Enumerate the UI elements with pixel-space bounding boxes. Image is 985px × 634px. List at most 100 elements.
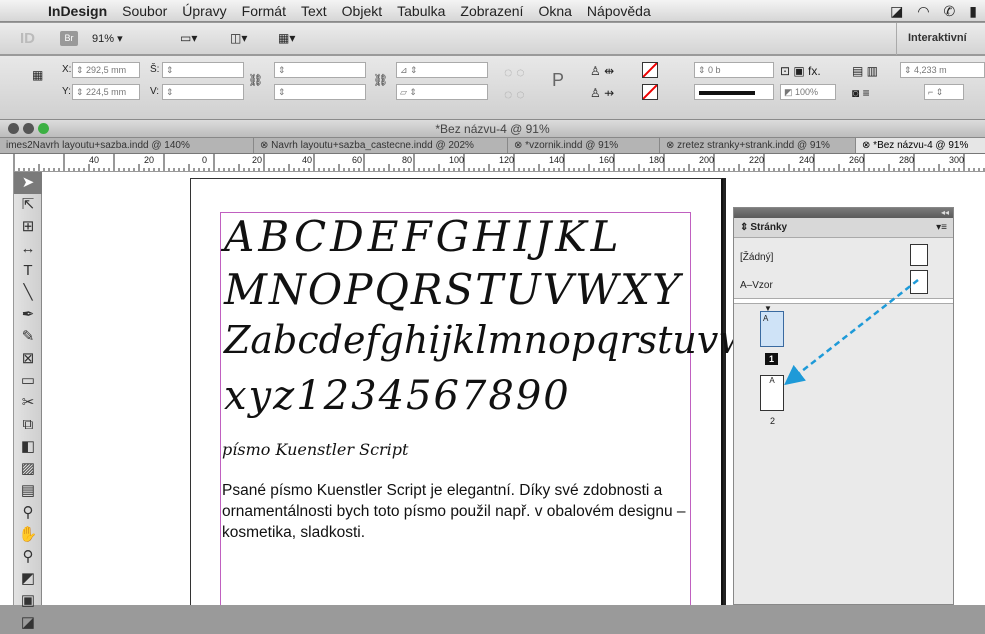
selection-tool-icon[interactable]: ➤: [14, 172, 42, 194]
ruler-label: 60: [352, 155, 363, 165]
type-tool-icon[interactable]: T: [14, 260, 42, 282]
select-container-icon[interactable]: ♙ ⇹: [590, 64, 614, 78]
constrain-scale-icon[interactable]: ⛓: [373, 73, 388, 87]
scale-y-field[interactable]: ⇕: [274, 84, 366, 100]
view-options-button[interactable]: ▭▾: [180, 31, 197, 45]
menu-bar: InDesign Soubor Úpravy Formát Text Objek…: [0, 0, 985, 22]
minimize-window-icon[interactable]: [23, 123, 34, 134]
menu-objekt[interactable]: Objekt: [342, 3, 382, 19]
workspace-switcher[interactable]: Interaktivní: [908, 32, 967, 44]
close-window-icon[interactable]: [8, 123, 19, 134]
eyedropper-tool-icon[interactable]: ⚲: [14, 502, 42, 524]
menu-app[interactable]: InDesign: [48, 3, 107, 19]
screen-mode-button[interactable]: ◫▾: [230, 31, 247, 45]
text-wrap-icon[interactable]: ▤ ▥: [852, 64, 878, 78]
tab-document-4[interactable]: ⊗ zretez stranky+strank.indd @ 91%: [660, 138, 856, 153]
note-tool-icon[interactable]: ▤: [14, 480, 42, 502]
menu-okna[interactable]: Okna: [538, 3, 571, 19]
path-text-icon[interactable]: P: [552, 70, 564, 91]
wifi-icon[interactable]: ◠: [917, 3, 929, 20]
menu-text[interactable]: Text: [301, 3, 327, 19]
tab-document-3[interactable]: ⊗ *vzornik.indd @ 91%: [508, 138, 660, 153]
dashed-arrow: [784, 279, 919, 386]
zoom-dropdown[interactable]: 91% ▾: [92, 32, 123, 45]
pages-panel-tab[interactable]: ⇕ Stránky ▾≡: [734, 218, 953, 238]
pencil-tool-icon[interactable]: ✎: [14, 326, 42, 348]
zoom-tool-icon[interactable]: ⚲: [14, 546, 42, 568]
y-field[interactable]: ⇕ 224,5 mm: [72, 84, 140, 100]
menu-upravy[interactable]: Úpravy: [182, 3, 226, 19]
scale-x-field[interactable]: ⇕: [274, 62, 366, 78]
pen-tool-icon[interactable]: ✒: [14, 304, 42, 326]
constrain-proportions-icon[interactable]: ⛓: [248, 73, 263, 87]
menu-tabulka[interactable]: Tabulka: [397, 3, 445, 19]
shear-field[interactable]: ▱ ⇕: [396, 84, 488, 100]
description-paragraph[interactable]: Psané písmo Kuenstler Script je elegantn…: [222, 480, 690, 543]
fill-stroke-swatch-icon[interactable]: ◩: [14, 568, 42, 590]
script-sample-line-4: xyz1234567890: [224, 373, 571, 419]
x-field[interactable]: ⇕ 292,5 mm: [72, 62, 140, 78]
gradient-swatch-tool-icon[interactable]: ◧: [14, 436, 42, 458]
hand-tool-icon[interactable]: ✋: [14, 524, 42, 546]
menu-format[interactable]: Formát: [242, 3, 286, 19]
horizontal-ruler[interactable]: 40 20 0 20 40 60 80 100 120 140 160 180 …: [14, 154, 985, 172]
ruler-label: 280: [899, 155, 915, 165]
panel-header[interactable]: ◂◂: [734, 208, 953, 218]
adobe-icon[interactable]: ◪: [890, 3, 903, 20]
zoom-window-icon[interactable]: [38, 123, 49, 134]
bridge-button[interactable]: Br: [60, 31, 78, 46]
gradient-feather-tool-icon[interactable]: ▨: [14, 458, 42, 480]
master-none-thumb[interactable]: [910, 244, 928, 266]
stroke-swatch[interactable]: [642, 84, 658, 100]
rectangle-tool-icon[interactable]: ▭: [14, 370, 42, 392]
tab-document-1[interactable]: imes2Navrh layoutu+sazba.indd @ 140%: [0, 138, 254, 153]
battery-icon[interactable]: ▮: [969, 3, 977, 20]
select-content-icon[interactable]: ♙ ⇸: [590, 86, 614, 100]
gap-tool-icon[interactable]: ↔: [14, 238, 42, 260]
fit-frame-icon[interactable]: ⊡ ▣ fx.: [780, 64, 821, 78]
menu-soubor[interactable]: Soubor: [122, 3, 167, 19]
x-label: X:: [62, 64, 72, 75]
width-field[interactable]: ⇕: [162, 62, 244, 78]
master-a[interactable]: A–Vzor: [740, 280, 773, 291]
phone-icon[interactable]: ✆: [944, 3, 956, 20]
rotate-buttons-icon[interactable]: ◌ ◌: [504, 64, 525, 80]
direct-selection-tool-icon[interactable]: ⇱: [14, 194, 42, 216]
corner-options-dropdown[interactable]: ⌐ ⇕: [924, 84, 964, 100]
page-1-number[interactable]: 1: [765, 353, 778, 365]
y-label: Y:: [62, 86, 71, 97]
ruler-label: 160: [599, 155, 615, 165]
page-tool-icon[interactable]: ⊞: [14, 216, 42, 238]
tab-document-active[interactable]: ⊗ *Bez názvu-4 @ 91%: [856, 138, 985, 153]
view-mode-icon[interactable]: ◪: [14, 612, 42, 634]
page-2-number: 2: [770, 416, 776, 426]
document-tabs: imes2Navrh layoutu+sazba.indd @ 140% ⊗ N…: [0, 138, 985, 154]
rectangle-frame-tool-icon[interactable]: ⊠: [14, 348, 42, 370]
reference-point-icon[interactable]: ▦: [32, 68, 43, 82]
opacity-field[interactable]: ◩ 100%: [780, 84, 836, 100]
master-none[interactable]: [Žádný]: [740, 252, 773, 263]
fill-swatch[interactable]: [642, 62, 658, 78]
tab-document-2[interactable]: ⊗ Navrh layoutu+sazba_castecne.indd @ 20…: [254, 138, 508, 153]
measure-field[interactable]: ⇕ 4,233 m: [900, 62, 985, 78]
rotate-field[interactable]: ⊿ ⇕: [396, 62, 488, 78]
arrange-documents-button[interactable]: ▦▾: [278, 31, 295, 45]
stroke-weight-field[interactable]: ⇕ 0 b: [694, 62, 774, 78]
formatting-affects-icon[interactable]: ▣: [14, 590, 42, 612]
menu-zobrazeni[interactable]: Zobrazení: [460, 3, 523, 19]
line-tool-icon[interactable]: ╲: [14, 282, 42, 304]
ruler-label: 140: [549, 155, 565, 165]
free-transform-tool-icon[interactable]: ⧉: [14, 414, 42, 436]
ruler-label: 240: [799, 155, 815, 165]
window-title: *Bez názvu-4 @ 91%: [435, 122, 550, 136]
height-field[interactable]: ⇕: [162, 84, 244, 100]
document-title-bar: *Bez názvu-4 @ 91%: [0, 120, 985, 138]
collapse-panel-icon[interactable]: ◂◂: [941, 208, 949, 218]
menu-napoveda[interactable]: Nápověda: [587, 3, 651, 19]
panel-menu-icon[interactable]: ▾≡: [936, 222, 947, 233]
scissors-tool-icon[interactable]: ✂: [14, 392, 42, 414]
vertical-ruler[interactable]: [0, 154, 14, 605]
align-icon[interactable]: ◙ ≡: [852, 86, 870, 100]
stroke-type-dropdown[interactable]: [694, 84, 774, 100]
flip-buttons-icon[interactable]: ◌ ◌: [504, 86, 525, 102]
